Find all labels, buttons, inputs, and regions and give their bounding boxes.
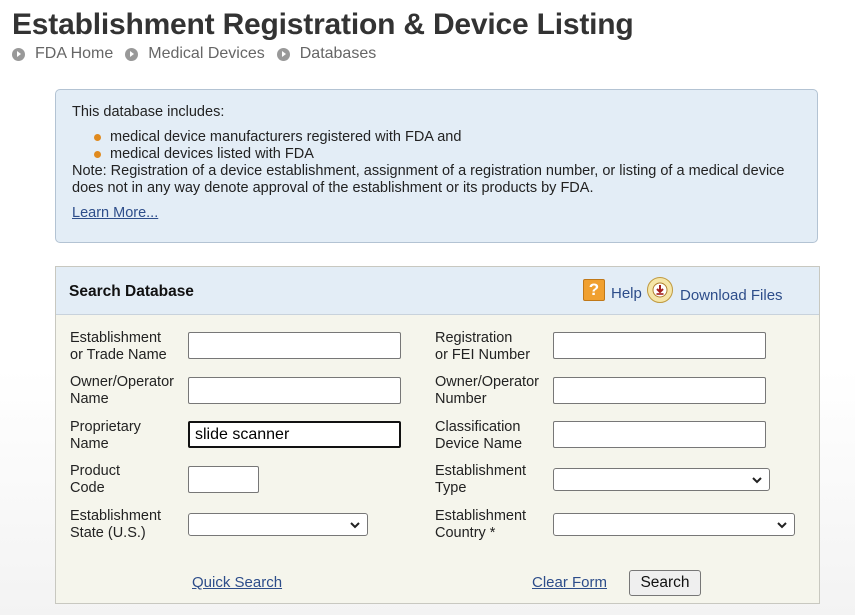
establishment-type-label: Establishment Type [435,463,527,496]
page-title: Establishment Registration & Device List… [12,8,634,41]
breadcrumb-label[interactable]: Medical Devices [148,45,264,63]
establishment-country-label: Establishment Country * [435,508,527,541]
establishment-type-select[interactable] [553,468,770,491]
classification-name-label: Classification Device Name [435,419,523,452]
breadcrumb-item-medical-devices[interactable]: Medical Devices [125,45,265,63]
establishment-country-select[interactable] [553,513,795,536]
establishment-name-input[interactable] [188,332,401,359]
establishment-name-label: Establishment or Trade Name [70,330,167,363]
quick-search-link[interactable]: Quick Search [192,574,282,591]
info-list-item: medical device manufacturers registered … [92,129,801,146]
info-list: medical device manufacturers registered … [72,129,801,163]
chevron-circle-icon [276,47,290,61]
search-header: Search Database ? Help Download Files [56,267,819,315]
breadcrumb-label[interactable]: Databases [300,45,377,63]
info-intro: This database includes: [72,104,225,120]
download-files-label[interactable]: Download Files [680,288,783,303]
proprietary-name-label: Proprietary Name [70,419,141,452]
breadcrumb-item-databases[interactable]: Databases [276,45,377,63]
product-code-label: Product Code [70,463,120,496]
owner-operator-name-label: Owner/Operator Name [70,374,174,407]
registration-number-label: Registration or FEI Number [435,330,531,363]
info-box: This database includes: medical device m… [55,89,818,243]
breadcrumb-item-fda-home[interactable]: FDA Home [12,45,113,63]
question-icon[interactable]: ? [583,279,605,301]
info-note: Note: Registration of a device establish… [72,163,785,196]
clear-form-link[interactable]: Clear Form [532,574,607,591]
search-panel: Search Database ? Help Download Files Es… [55,266,820,604]
search-heading: Search Database [69,283,194,300]
chevron-down-icon [752,477,762,484]
registration-number-input[interactable] [553,332,766,359]
download-files-link[interactable]: Download Files [647,277,783,303]
chevron-down-icon [350,522,360,529]
help-label[interactable]: Help [611,286,642,301]
proprietary-name-input[interactable] [188,421,401,448]
chevron-circle-icon [125,47,139,61]
establishment-state-select[interactable] [188,513,368,536]
product-code-input[interactable] [188,466,259,493]
chevron-down-icon [777,522,787,529]
establishment-state-label: Establishment State (U.S.) [70,508,162,541]
chevron-circle-icon [12,47,25,61]
breadcrumb: FDA Home Medical Devices Databases [12,45,388,63]
classification-name-input[interactable] [553,421,766,448]
owner-operator-name-input[interactable] [188,377,401,404]
owner-operator-number-input[interactable] [553,377,766,404]
help-link[interactable]: ? Help [583,279,642,301]
breadcrumb-label[interactable]: FDA Home [35,45,113,63]
download-icon[interactable] [647,277,673,303]
learn-more-link[interactable]: Learn More... [72,205,158,222]
search-button[interactable]: Search [629,570,701,596]
owner-operator-number-label: Owner/Operator Number [435,374,539,407]
info-list-item: medical devices listed with FDA [92,146,801,163]
